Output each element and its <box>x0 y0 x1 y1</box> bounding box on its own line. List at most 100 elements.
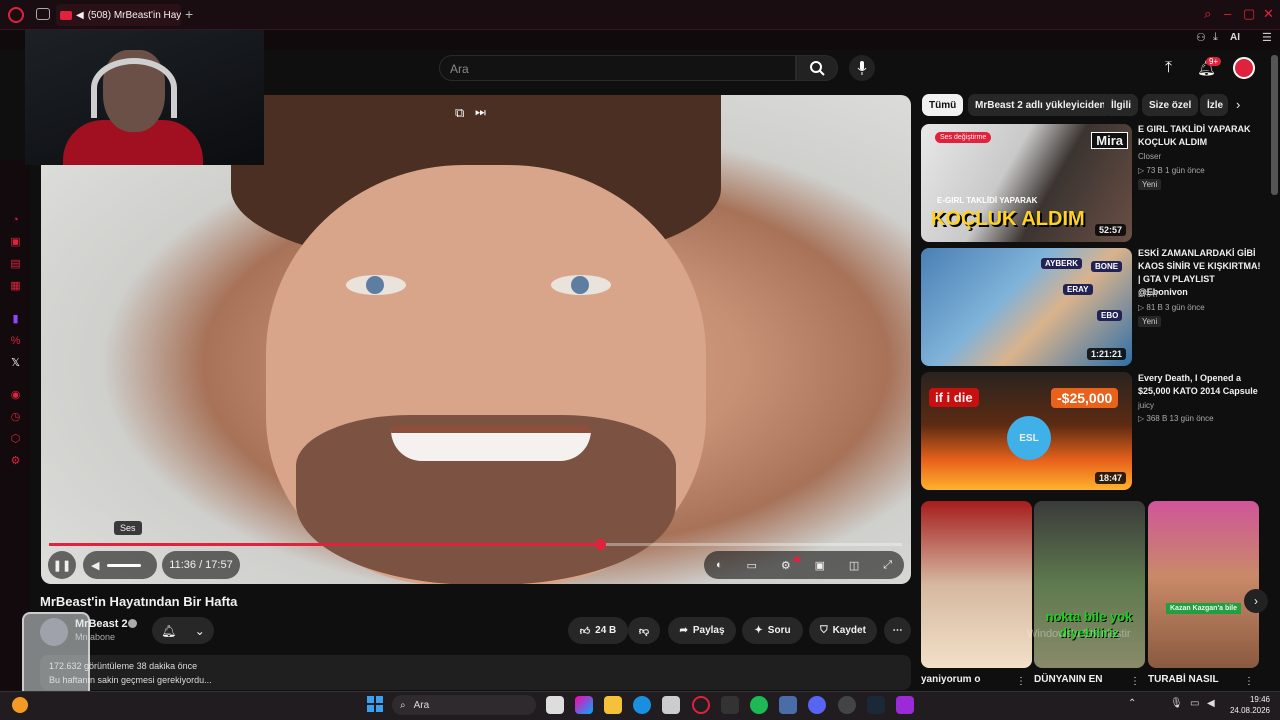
more-icon[interactable]: ⋮ <box>1244 676 1254 687</box>
subscription-bell-button[interactable]: 🔔︎ ⌄ <box>152 617 214 644</box>
pause-button[interactable]: ❚❚ <box>48 551 76 579</box>
close-icon[interactable]: ✕ <box>1263 6 1274 22</box>
search-tabs-icon[interactable]: ⌕ <box>1204 6 1211 22</box>
video-thumbnail[interactable]: Ses değiştirme Mira E-GIRL TAKLİDİ YAPAR… <box>921 124 1132 242</box>
recommendation-title[interactable]: E GIRL TAKLİDİ YAPARAK KOÇLUK ALDIM <box>1138 123 1264 149</box>
shorts-next-button[interactable]: › <box>1244 589 1268 613</box>
more-icon[interactable]: ⋮ <box>1016 676 1026 687</box>
video-thumbnail[interactable]: if i die -$25,000 ESL 18:47 <box>921 372 1132 490</box>
sidebar-game-icon[interactable]: ▦ <box>9 280 22 293</box>
sidebar-bag-icon[interactable]: ▣ <box>9 236 22 249</box>
copilot-icon[interactable] <box>575 696 593 714</box>
ai-button[interactable]: AI <box>1230 32 1240 43</box>
edge-icon[interactable] <box>633 696 651 714</box>
weather-icon[interactable] <box>12 697 28 713</box>
browser-tab[interactable]: ◀ (508) MrBeast'in Hayatı <box>56 4 181 26</box>
sidebar-flow-icon[interactable]: ◔ <box>9 214 22 227</box>
sidebar-player-icon[interactable]: ◉ <box>9 389 22 402</box>
opera-logo-icon[interactable] <box>8 7 24 23</box>
pip-icon[interactable]: ⧉ <box>455 105 464 120</box>
like-button[interactable]: 👍︎ 24 B <box>568 617 628 644</box>
chip-all[interactable]: Tümü <box>922 94 964 116</box>
next-video-icon[interactable]: ⏭ <box>475 105 486 120</box>
task-view-icon[interactable] <box>546 696 564 714</box>
subtitles-icon[interactable]: ▭ <box>747 559 757 572</box>
sidebar-extensions-icon[interactable]: ⬡ <box>9 433 22 446</box>
volume-tooltip: Ses <box>114 521 142 535</box>
tray-overflow-icon[interactable]: ⌃ <box>1128 698 1136 709</box>
new-tab-button[interactable]: + <box>185 6 193 22</box>
more-icon[interactable]: ⋮ <box>1130 676 1140 687</box>
miniplayer-controls[interactable]: ⧉ ⏭ <box>455 105 486 121</box>
workspaces-icon[interactable] <box>36 8 50 20</box>
start-button[interactable] <box>367 696 383 712</box>
bookmark-icon: ⛉ <box>820 625 828 636</box>
upload-icon[interactable]: ⤒ <box>1165 59 1172 77</box>
opera-gx-taskbar-icon[interactable] <box>692 696 710 714</box>
short-thumbnail[interactable]: Kazan Kazgan'a bile <box>1148 501 1259 668</box>
account-icon[interactable]: ⚇ <box>1196 31 1206 44</box>
autoplay-toggle-icon[interactable]: ◐ <box>716 559 723 571</box>
app-icon[interactable] <box>721 696 739 714</box>
short-thumbnail[interactable] <box>921 501 1032 668</box>
video-player[interactable] <box>41 95 911 584</box>
recommendation-channel[interactable]: Closer <box>1138 152 1161 161</box>
store-icon[interactable] <box>662 696 680 714</box>
spotify-icon[interactable] <box>750 696 768 714</box>
account-avatar[interactable] <box>1233 57 1255 79</box>
network-icon[interactable]: ▭ <box>1190 698 1199 709</box>
recommendation-title[interactable]: Every Death, I Opened a $25,000 KATO 201… <box>1138 372 1264 398</box>
more-actions-button[interactable]: ⋯ <box>884 617 911 644</box>
sidebar-x-icon[interactable]: 𝕏 <box>9 357 22 370</box>
maximize-icon[interactable]: ▢ <box>1243 6 1255 22</box>
sidebar-history-icon[interactable]: ◷ <box>9 411 22 424</box>
search-input[interactable]: Ara <box>439 55 796 81</box>
save-label: Kaydet <box>832 625 866 636</box>
chevron-right-icon[interactable]: › <box>1236 97 1240 112</box>
microphone-tray-icon[interactable]: 🎙︎ <box>1170 698 1183 709</box>
recommendation-channel[interactable]: ERAY <box>1138 290 1159 299</box>
video-thumbnail[interactable]: AYBERK BONE ERAY EBO 1:21:21 <box>921 248 1132 366</box>
share-button[interactable]: ➦ Paylaş <box>668 617 736 644</box>
taskbar-clock[interactable]: 19:46 24.08.2026 <box>1214 694 1270 716</box>
progress-scrubber[interactable] <box>595 539 607 550</box>
voice-search-button[interactable] <box>849 55 875 81</box>
menu-icon[interactable]: ☰ <box>1262 31 1272 44</box>
save-button[interactable]: ⛉ Kaydet <box>809 617 877 644</box>
app-icon[interactable] <box>779 696 797 714</box>
taskbar-search[interactable]: ⌕ Ara <box>392 695 536 715</box>
recommendation-channel[interactable]: juicy <box>1138 401 1154 410</box>
sidebar-chat-icon[interactable]: ▤ <box>9 258 22 271</box>
chip-uploader[interactable]: MrBeast 2 adlı yükleyiciden <box>968 94 1113 116</box>
sidebar-percent-icon[interactable]: % <box>9 335 22 348</box>
search-button[interactable] <box>796 55 838 81</box>
thumb-tag: EBO <box>1097 310 1123 321</box>
app-icon[interactable] <box>838 696 856 714</box>
short-title[interactable]: yaniyorum o <box>921 674 980 685</box>
volume-control[interactable]: ◀ <box>83 551 157 579</box>
app-icon[interactable] <box>896 696 914 714</box>
ask-button[interactable]: ✦ Soru <box>742 617 803 644</box>
cast-icon[interactable]: ◫ <box>849 559 859 572</box>
settings-gear-icon[interactable]: ⚙ <box>781 559 791 572</box>
minimize-icon[interactable]: – <box>1224 6 1231 21</box>
volume-slider[interactable] <box>107 563 142 567</box>
discord-icon[interactable] <box>808 696 826 714</box>
steam-icon[interactable] <box>867 696 885 714</box>
short-thumbnail[interactable]: nokta bile yok diyebiliriz <box>1034 501 1145 668</box>
file-explorer-icon[interactable] <box>604 696 622 714</box>
fullscreen-icon[interactable]: ⤢ <box>883 559 892 572</box>
microphone-icon <box>857 61 867 75</box>
chip-related[interactable]: İlgili <box>1104 94 1138 116</box>
short-title[interactable]: DÜNYANIN EN <box>1034 674 1103 685</box>
scrollbar[interactable] <box>1271 55 1278 195</box>
short-title[interactable]: TURABİ NASIL <box>1148 674 1219 685</box>
chip-for-you[interactable]: Size özel <box>1142 94 1199 116</box>
sidebar-settings-icon[interactable]: ⚙ <box>9 455 22 468</box>
download-icon[interactable]: ⤓ <box>1213 31 1218 44</box>
chip-watched[interactable]: İzle <box>1200 94 1228 116</box>
theater-mode-icon[interactable]: ▣ <box>815 559 825 572</box>
video-frame-iris-left <box>366 276 384 294</box>
sidebar-twitch-icon[interactable]: ▮ <box>9 313 22 326</box>
dislike-button[interactable]: 👎︎ <box>628 617 660 644</box>
